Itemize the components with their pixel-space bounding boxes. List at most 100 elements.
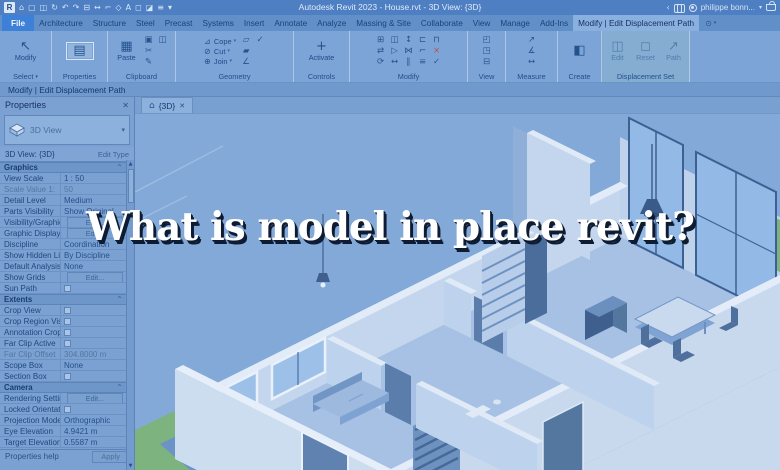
edit-button[interactable]: Edit... xyxy=(67,217,123,227)
hide-elements-icon[interactable]: ◳ xyxy=(481,46,493,57)
ribbon-tab-modify-edit-displacement-path[interactable]: Modify | Edit Displacement Path xyxy=(573,15,700,31)
create-displacement-set-button[interactable]: ◧ xyxy=(568,44,592,58)
ribbon-tab-insert[interactable]: Insert xyxy=(239,15,269,31)
checkbox[interactable] xyxy=(64,306,71,314)
property-value[interactable]: 50 xyxy=(60,184,126,194)
modify-selection-toggle[interactable]: ⊙ ▾ xyxy=(699,15,722,31)
property-value[interactable]: Edit... xyxy=(60,228,126,238)
property-value[interactable]: Show Original xyxy=(60,206,126,216)
delete-icon[interactable]: × xyxy=(431,46,443,57)
drawing-area[interactable]: ⌂ {3D} ✕ xyxy=(135,97,780,470)
aligned-dimension-icon[interactable]: ⌐ xyxy=(105,0,112,15)
edit-button[interactable]: Edit... xyxy=(67,272,123,282)
pin-icon[interactable]: ⌐ xyxy=(417,46,429,57)
paste-aligned-icon[interactable]: ◫ xyxy=(157,35,169,46)
trim-icon[interactable]: ⋈ xyxy=(403,46,415,57)
scrollbar-thumb[interactable] xyxy=(127,169,134,203)
copy-icon[interactable]: ◫ xyxy=(389,35,401,46)
property-value[interactable] xyxy=(60,316,126,326)
user-avatar-icon[interactable] xyxy=(688,3,697,12)
property-value[interactable] xyxy=(60,338,126,348)
checkbox[interactable] xyxy=(64,339,71,347)
activate-controls-button[interactable]: + Activate xyxy=(309,40,335,62)
mirror-icon[interactable]: ▷ xyxy=(389,46,401,57)
array-icon[interactable]: ∥ xyxy=(403,57,415,68)
match-type-icon[interactable]: ✎ xyxy=(143,57,155,68)
app-store-icon[interactable] xyxy=(766,1,776,11)
edit-type-button[interactable]: Edit Type xyxy=(98,150,129,159)
wall-opening-icon[interactable]: ▱ xyxy=(240,35,252,46)
edit-button[interactable]: Edit... xyxy=(67,393,123,403)
cut-to-clipboard-icon[interactable]: ✂ xyxy=(143,46,155,57)
scroll-down-icon[interactable]: ▼ xyxy=(129,462,133,470)
section-header-camera[interactable]: Camera ^ xyxy=(0,382,126,393)
rotate-icon[interactable]: ⟳ xyxy=(375,57,387,68)
property-value[interactable] xyxy=(60,371,126,381)
property-value[interactable]: 0.5587 m xyxy=(60,437,126,447)
search-icon[interactable] xyxy=(673,4,685,13)
property-value[interactable]: Edit... xyxy=(60,272,126,282)
unpin-icon[interactable]: ≡ xyxy=(417,57,429,68)
property-value[interactable]: 1 : 50 xyxy=(60,173,126,183)
demolish-icon[interactable]: ∠ xyxy=(240,57,252,68)
properties-palette-button[interactable]: ▤ xyxy=(65,42,94,60)
ribbon-tab-analyze[interactable]: Analyze xyxy=(312,15,351,31)
type-selector-caret-icon[interactable]: ▾ xyxy=(121,126,125,134)
property-value[interactable]: None xyxy=(60,261,126,271)
home-icon[interactable]: ⌂ xyxy=(19,0,24,15)
collapse-search-icon[interactable]: ‹ xyxy=(667,3,670,12)
section-header-graphics[interactable]: Graphics ^ xyxy=(0,162,126,173)
edit-displacement-button[interactable]: ◫ Edit xyxy=(606,40,630,62)
offset-icon[interactable]: ↔ xyxy=(389,57,401,68)
scroll-up-icon[interactable]: ▲ xyxy=(129,160,133,168)
align-icon[interactable]: ⊞ xyxy=(375,35,387,46)
ribbon-tab-collaborate[interactable]: Collaborate xyxy=(416,15,468,31)
ribbon-tab-systems[interactable]: Systems xyxy=(197,15,238,31)
cope-button[interactable]: ⊿ Cope ▾ xyxy=(203,37,236,46)
ribbon-tab-add-ins[interactable]: Add-Ins xyxy=(535,15,573,31)
ribbon-tab-architecture[interactable]: Architecture xyxy=(34,15,88,31)
dimension-icon[interactable]: ↔ xyxy=(526,57,538,68)
override-graphics-icon[interactable]: ⊟ xyxy=(481,57,493,68)
property-value[interactable]: Edit... xyxy=(60,393,126,403)
text-icon[interactable]: A xyxy=(126,0,131,15)
path-displacement-button[interactable]: ↗ Path xyxy=(662,40,686,62)
modify-tool-button[interactable]: ↖ Modify xyxy=(14,40,38,62)
reset-temporary-hide-icon[interactable]: ◰ xyxy=(481,35,493,46)
save-icon[interactable]: ◫ xyxy=(40,0,48,15)
reset-displacement-button[interactable]: ◻ Reset xyxy=(634,40,658,62)
properties-scrollbar[interactable]: ▲ ▼ xyxy=(126,160,134,470)
default-3d-view-icon[interactable]: ◻ xyxy=(135,0,142,15)
accept-icon[interactable]: ✓ xyxy=(431,57,443,68)
property-value[interactable] xyxy=(60,404,126,414)
checkbox[interactable] xyxy=(64,405,71,413)
thin-lines-icon[interactable]: ≡ xyxy=(157,0,164,15)
property-value[interactable]: Orthographic xyxy=(60,415,126,425)
section-header-extents[interactable]: Extents ^ xyxy=(0,294,126,305)
property-value[interactable]: 4.9421 m xyxy=(60,426,126,436)
user-name[interactable]: philippe bonn... xyxy=(701,3,755,12)
property-value[interactable] xyxy=(60,327,126,337)
view-tab-3d[interactable]: ⌂ {3D} ✕ xyxy=(141,97,194,113)
checkbox[interactable] xyxy=(64,328,71,336)
property-value[interactable]: By Discipline xyxy=(60,250,126,260)
ribbon-tab-steel[interactable]: Steel xyxy=(131,15,160,31)
copy-to-clipboard-icon[interactable]: ▣ xyxy=(143,35,155,46)
paste-button[interactable]: ▦ Paste xyxy=(115,40,139,62)
split-icon[interactable]: ↕ xyxy=(403,35,415,46)
close-view-tab-icon[interactable]: ✕ xyxy=(179,102,185,110)
measure-between-refs-icon[interactable]: ↗ xyxy=(526,35,538,46)
properties-help-link[interactable]: Properties help xyxy=(5,452,59,461)
extend-icon[interactable]: ⊓ xyxy=(431,35,443,46)
property-value[interactable] xyxy=(60,305,126,315)
property-value[interactable] xyxy=(60,283,126,293)
apply-button[interactable]: Apply xyxy=(92,450,129,463)
measure-angle-icon[interactable]: ∡ xyxy=(526,46,538,57)
ribbon-tab-file[interactable]: File xyxy=(2,15,35,31)
checkbox[interactable] xyxy=(64,372,71,380)
ribbon-tab-view[interactable]: View xyxy=(468,15,496,31)
join-geometry-button[interactable]: ⊕ Join ▾ xyxy=(203,57,236,66)
ribbon-tab-annotate[interactable]: Annotate xyxy=(269,15,312,31)
measure-icon[interactable]: ↔ xyxy=(94,0,101,15)
tag-icon[interactable]: ◇ xyxy=(115,0,121,15)
